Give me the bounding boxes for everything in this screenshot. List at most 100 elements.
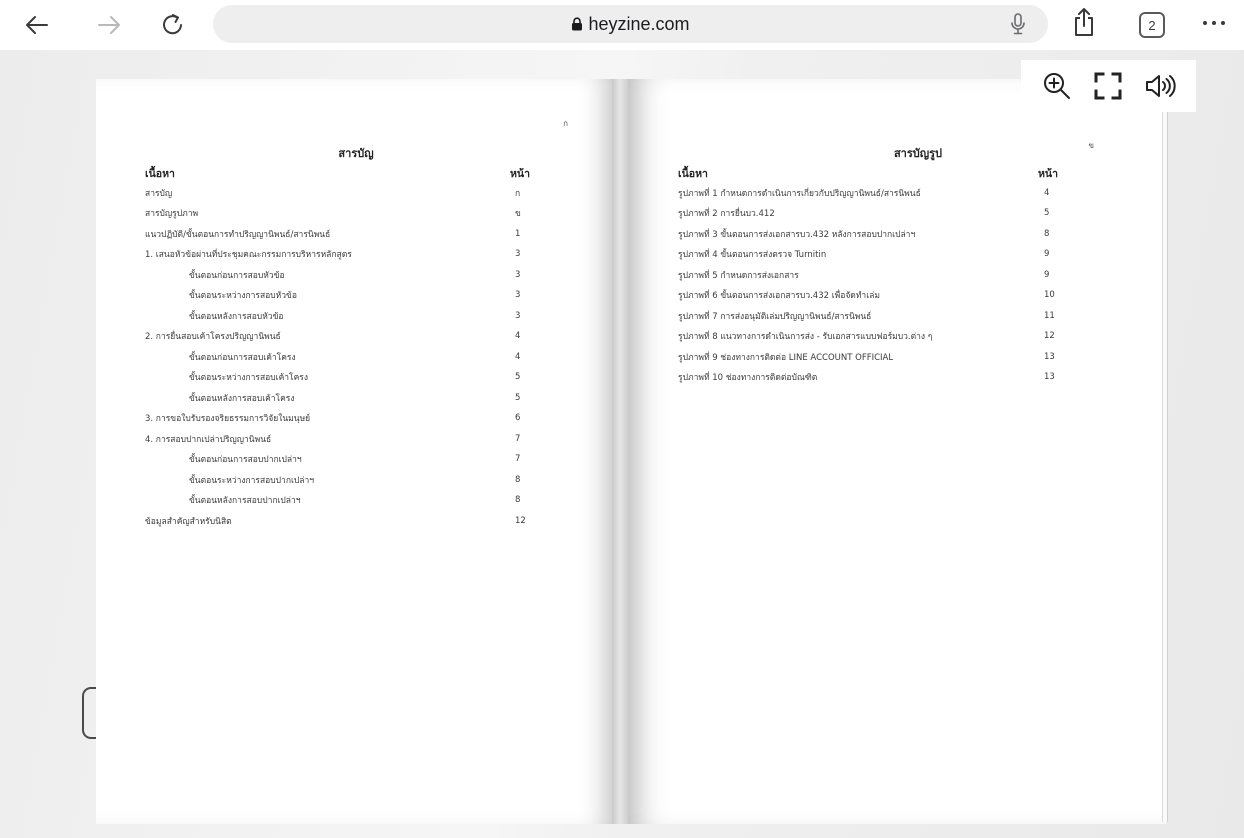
toc-row-page: 12 bbox=[515, 515, 526, 526]
toc-row-label: รูปภาพที่ 1 กำหนดการดำเนินการเกี่ยวกับปร… bbox=[678, 188, 921, 199]
sound-icon[interactable] bbox=[1142, 68, 1178, 104]
toc-row-label: 3. การขอใบรับรองจริยธรรมการวิจัยในมนุษย์ bbox=[145, 414, 311, 424]
toc-row[interactable]: ขั้นตอนหลังการสอบเค้าโครง 5 bbox=[189, 388, 545, 407]
toc-row[interactable]: 1. เสนอหัวข้อผ่านที่ประชุมคณะกรรมการบริห… bbox=[145, 245, 545, 264]
toc-row[interactable]: รูปภาพที่ 6 ขั้นตอนการส่งเอกสารบว.432 เพ… bbox=[678, 286, 1074, 305]
toc-row-label: ขั้นตอนหลังการสอบปากเปล่าฯ bbox=[189, 496, 301, 506]
toc-row-page: 8 bbox=[1044, 228, 1050, 239]
toc-row-label: แนวปฏิบัติ/ขั้นตอนการทำปริญญานิพนธ์/สารน… bbox=[145, 229, 331, 240]
toc-row[interactable]: แนวปฏิบัติ/ขั้นตอนการทำปริญญานิพนธ์/สารน… bbox=[145, 224, 545, 243]
toc-row[interactable]: สารบัญ ก bbox=[145, 183, 545, 202]
toc-row-page: ข bbox=[515, 209, 521, 219]
toc-row[interactable]: ขั้นตอนระหว่างการสอบหัวข้อ 3 bbox=[189, 286, 545, 305]
col-page-header: หน้า bbox=[510, 168, 530, 180]
toc-row[interactable]: ขั้นตอนก่อนการสอบหัวข้อ 3 bbox=[189, 265, 545, 284]
toc-row-label: รูปภาพที่ 5 กำหนดการส่งเอกสาร bbox=[678, 270, 799, 281]
toc-row[interactable]: รูปภาพที่ 8 แนวทางการดำเนินการส่ง - รับเ… bbox=[678, 327, 1074, 346]
toc-row-label: รูปภาพที่ 4 ขั้นตอนการส่งตรวจ Turnitin bbox=[678, 250, 827, 260]
tabs-icon[interactable]: 2 bbox=[1139, 12, 1165, 38]
toc-row-label: รูปภาพที่ 7 การส่งอนุมัติเล่มปริญญานิพนธ… bbox=[678, 311, 872, 322]
toc-row[interactable]: ขั้นตอนก่อนการสอบปากเปล่าฯ 7 bbox=[189, 450, 545, 469]
right-page[interactable]: ข สารบัญรูป เนื้อหา หน้า รูปภาพที่ 1 กำห… bbox=[628, 79, 1166, 824]
toc-row[interactable]: รูปภาพที่ 3 ขั้นตอนการส่งเอกสารบว.432 หล… bbox=[678, 224, 1074, 243]
back-arrow-icon[interactable] bbox=[20, 8, 54, 42]
toc-row-label: ขั้นตอนระหว่างการสอบปากเปล่าฯ bbox=[189, 475, 315, 486]
toc-row-page: 6 bbox=[515, 413, 521, 423]
toc-row-label: 1. เสนอหัวข้อผ่านที่ประชุมคณะกรรมการบริห… bbox=[145, 250, 352, 260]
toc-row[interactable]: ขั้นตอนก่อนการสอบเค้าโครง 4 bbox=[189, 347, 545, 366]
url-text: heyzine.com bbox=[588, 13, 690, 34]
toc-row-page: 8 bbox=[515, 495, 521, 505]
tab-count: 2 bbox=[1139, 12, 1165, 38]
viewer-controls bbox=[1021, 60, 1196, 112]
toc-row-page: 13 bbox=[1044, 351, 1055, 362]
forward-arrow-icon[interactable] bbox=[92, 8, 126, 42]
microphone-icon[interactable] bbox=[1010, 13, 1026, 35]
toc-row-page: 5 bbox=[1044, 208, 1050, 218]
toc-row-page: 4 bbox=[515, 351, 521, 362]
toc-row-label: สารบัญรูปภาพ bbox=[145, 209, 199, 219]
toc-row-page: ก bbox=[515, 188, 521, 199]
toc-row-label: 4. การสอบปากเปล่าปริญญานิพนธ์ bbox=[145, 434, 272, 445]
toc-title: สารบัญรูป bbox=[893, 147, 943, 160]
flipbook-viewer: ก สารบัญ เนื้อหา หน้า สารบัญ กสารบัญรูปภา… bbox=[0, 50, 1244, 838]
toc-row-page: 1 bbox=[515, 228, 521, 239]
toc-row-label: ขั้นตอนระหว่างการสอบเค้าโครง bbox=[189, 373, 308, 383]
toc-row-label: ขั้นตอนก่อนการสอบปากเปล่าฯ bbox=[189, 455, 302, 465]
address-bar[interactable]: heyzine.com bbox=[213, 5, 1048, 43]
fullscreen-icon[interactable] bbox=[1090, 68, 1126, 104]
toc-row-page: 3 bbox=[515, 310, 521, 321]
toc-row-label: ขั้นตอนระหว่างการสอบหัวข้อ bbox=[189, 291, 297, 301]
toc-row[interactable]: สารบัญรูปภาพ ข bbox=[145, 204, 545, 223]
toc-row-page: 4 bbox=[515, 331, 521, 341]
toc-row[interactable]: รูปภาพที่ 7 การส่งอนุมัติเล่มปริญญานิพนธ… bbox=[678, 306, 1074, 325]
toc-row-label: รูปภาพที่ 3 ขั้นตอนการส่งเอกสารบว.432 หล… bbox=[678, 229, 916, 240]
share-icon[interactable] bbox=[1071, 6, 1097, 38]
page-stack-edge bbox=[1162, 82, 1168, 822]
toc-row-label: ขั้นตอนหลังการสอบเค้าโครง bbox=[189, 393, 295, 404]
toc-row-label: รูปภาพที่ 10 ช่องทางการติดต่อบัณฑิต bbox=[678, 373, 818, 383]
col-content-header: เนื้อหา bbox=[145, 168, 175, 180]
toc-row-page: 7 bbox=[515, 433, 521, 444]
toc-row-label: ข้อมูลสำคัญสำหรับนิสิต bbox=[145, 516, 232, 527]
toc-row[interactable]: รูปภาพที่ 5 กำหนดการส่งเอกสาร 9 bbox=[678, 265, 1074, 284]
toc-row[interactable]: รูปภาพที่ 2 การยื่นบว.412 5 bbox=[678, 204, 1074, 223]
toc-row-page: 9 bbox=[1044, 269, 1050, 280]
toc-row-label: ขั้นตอนก่อนการสอบหัวข้อ bbox=[189, 270, 285, 281]
toc-row-label: รูปภาพที่ 9 ช่องทางการติดต่อ LINE ACCOUN… bbox=[678, 352, 894, 363]
toc-row-page: 11 bbox=[1044, 310, 1055, 321]
toc-row-page: 10 bbox=[1044, 290, 1055, 300]
toc-row[interactable]: รูปภาพที่ 9 ช่องทางการติดต่อ LINE ACCOUN… bbox=[678, 347, 1074, 366]
book-spine bbox=[612, 79, 628, 824]
toc-row-page: 3 bbox=[515, 249, 521, 259]
zoom-in-icon[interactable] bbox=[1039, 68, 1075, 104]
toc-row[interactable]: ขั้นตอนระหว่างการสอบปากเปล่าฯ 8 bbox=[189, 470, 545, 489]
toc-row-page: 3 bbox=[515, 290, 521, 300]
more-icon[interactable] bbox=[1200, 13, 1228, 33]
toc-row-page: 5 bbox=[515, 392, 521, 403]
toc-row-page: 5 bbox=[515, 372, 521, 382]
toc-row[interactable]: 3. การขอใบรับรองจริยธรรมการวิจัยในมนุษย์… bbox=[145, 409, 545, 428]
toc-row[interactable]: ขั้นตอนหลังการสอบปากเปล่าฯ 8 bbox=[189, 491, 545, 510]
toc-row-page: 12 bbox=[1044, 331, 1055, 341]
toc-row-label: รูปภาพที่ 2 การยื่นบว.412 bbox=[678, 209, 775, 219]
lock-icon bbox=[572, 17, 583, 31]
toc-row[interactable]: ขั้นตอนหลังการสอบหัวข้อ 3 bbox=[189, 306, 545, 325]
toc-row[interactable]: ข้อมูลสำคัญสำหรับนิสิต 12 bbox=[145, 511, 545, 530]
toc-row[interactable]: รูปภาพที่ 1 กำหนดการดำเนินการเกี่ยวกับปร… bbox=[678, 183, 1074, 202]
reload-icon[interactable] bbox=[156, 8, 190, 42]
toc-row[interactable]: 4. การสอบปากเปล่าปริญญานิพนธ์ 7 bbox=[145, 429, 545, 448]
toc-row-page: 3 bbox=[515, 269, 521, 280]
toc-row-page: 8 bbox=[515, 474, 521, 485]
toc-row[interactable]: ขั้นตอนระหว่างการสอบเค้าโครง 5 bbox=[189, 368, 545, 387]
toc-row[interactable]: รูปภาพที่ 4 ขั้นตอนการส่งตรวจ Turnitin 9 bbox=[678, 245, 1074, 264]
toc-row[interactable]: รูปภาพที่ 10 ช่องทางการติดต่อบัณฑิต 13 bbox=[678, 368, 1074, 387]
toc-row-label: สารบัญ bbox=[145, 188, 173, 199]
left-page[interactable]: ก สารบัญ เนื้อหา หน้า สารบัญ กสารบัญรูปภา… bbox=[96, 79, 612, 824]
toc-row-label: ขั้นตอนก่อนการสอบเค้าโครง bbox=[189, 352, 296, 363]
toc-row-page: 4 bbox=[1044, 187, 1050, 198]
toc-row-label: รูปภาพที่ 6 ขั้นตอนการส่งเอกสารบว.432 เพ… bbox=[678, 291, 880, 301]
toc-row-label: ขั้นตอนหลังการสอบหัวข้อ bbox=[189, 311, 284, 322]
toc-row[interactable]: 2. การยื่นสอบเค้าโครงปริญญานิพนธ์ 4 bbox=[145, 327, 545, 346]
toc-row-page: 13 bbox=[1044, 372, 1055, 382]
